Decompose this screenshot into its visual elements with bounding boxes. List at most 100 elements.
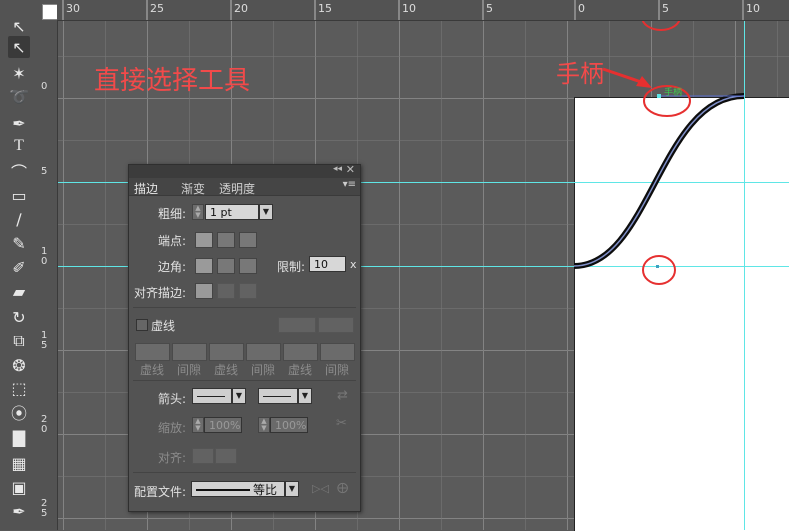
profile-label: 配置文件: xyxy=(134,485,187,499)
ruler-number: 25 xyxy=(150,2,164,15)
start-arrow-dropdown[interactable]: ▼ xyxy=(232,388,246,404)
limit-input[interactable]: 10 xyxy=(309,256,346,272)
end-arrow-select[interactable] xyxy=(258,388,298,404)
tab-stroke[interactable]: 描边 xyxy=(134,180,158,197)
align-outside-button[interactable] xyxy=(239,283,257,299)
tools-panel: ↖ ↖ ✶ ➰ ✒ T ⌒ ▭ ∕ ✎ ✐ ▰ ↻ ⧉ ❂ ⬚ ⦿ ▇ ▦ ▣ … xyxy=(0,17,38,530)
handle-label: 手柄 xyxy=(664,88,683,98)
gap-label: 间隙 xyxy=(251,363,276,377)
weight-stepper[interactable]: ▲ ▼ xyxy=(192,204,204,220)
warp-icon[interactable]: ❂ xyxy=(8,354,30,376)
butt-cap-button[interactable] xyxy=(195,232,213,248)
tab-transparency[interactable]: 透明度 xyxy=(219,180,255,197)
dash-input[interactable] xyxy=(135,343,170,361)
panel-menu-icon[interactable]: ▾≡ xyxy=(343,179,356,190)
end-scale-stepper[interactable]: ▲ ▼ xyxy=(258,417,270,433)
ruler-number: 15 xyxy=(318,2,332,15)
link-scale-icon[interactable]: ✂ xyxy=(336,416,347,431)
gap-input[interactable] xyxy=(172,343,207,361)
start-scale-input[interactable]: 100% xyxy=(204,417,242,433)
dash-input[interactable] xyxy=(209,343,244,361)
rectangle-tool-icon[interactable]: ▭ xyxy=(8,184,30,206)
align-center-button[interactable] xyxy=(195,283,213,299)
dash-label: 虚线 xyxy=(214,363,239,377)
direct-selection-tool-icon[interactable]: ↖ xyxy=(8,36,30,58)
ruler-number: 5 xyxy=(662,2,669,15)
profile-select[interactable]: 等比 xyxy=(191,481,285,497)
weight-label: 粗细: xyxy=(158,207,187,221)
eyedropper-icon[interactable]: ✒ xyxy=(8,500,30,522)
ruler-number: 0 xyxy=(578,2,585,15)
gap-label: 间隙 xyxy=(177,363,202,377)
profile-value: 等比 xyxy=(253,483,278,497)
dash-label: 虚线 xyxy=(288,363,313,377)
limit-label: 限制: xyxy=(277,260,306,274)
gap-input[interactable] xyxy=(320,343,355,361)
align-inside-button[interactable] xyxy=(217,283,235,299)
magic-wand-icon[interactable]: ✶ xyxy=(8,62,30,84)
dashed-line-label: 虚线 xyxy=(151,319,176,333)
anchor-highlight-circle xyxy=(642,255,676,285)
handle-annotation: 手柄 xyxy=(556,60,604,88)
pen-tool-icon[interactable]: ✒ xyxy=(8,112,30,134)
gradient-tool-icon[interactable]: ▣ xyxy=(8,476,30,498)
panel-titlebar[interactable]: ◂◂ ✕ xyxy=(129,163,360,178)
eraser-icon[interactable]: ▰ xyxy=(8,280,30,302)
dash-input[interactable] xyxy=(283,343,318,361)
line-tool-icon[interactable]: ⌒ xyxy=(8,160,30,182)
type-tool-icon[interactable]: T xyxy=(8,135,30,157)
dashed-line-checkbox[interactable] xyxy=(136,319,148,331)
ruler-number: 10 xyxy=(746,2,760,15)
start-scale-stepper[interactable]: ▲ ▼ xyxy=(192,417,204,433)
gap-input[interactable] xyxy=(246,343,281,361)
mesh-tool-icon[interactable]: ▦ xyxy=(8,452,30,474)
weight-input[interactable]: 1 pt xyxy=(205,204,259,220)
swap-arrows-icon[interactable]: ⇄ xyxy=(337,388,348,403)
end-scale-input[interactable]: 100% xyxy=(270,417,308,433)
horizontal-ruler[interactable]: 30 25 20 15 10 5 0 5 10 xyxy=(57,0,789,21)
flip-horizontal-icon[interactable]: ▷◁ xyxy=(312,482,329,495)
start-arrow-select[interactable] xyxy=(192,388,232,404)
arrow-extend-button[interactable] xyxy=(192,448,214,464)
weight-dropdown[interactable]: ▼ xyxy=(259,204,273,220)
vertical-ruler[interactable]: 0 5 1 0 1 5 2 0 2 5 xyxy=(38,20,58,530)
arrow-place-button[interactable] xyxy=(215,448,237,464)
shape-builder-icon[interactable]: ⦿ xyxy=(8,401,30,423)
gap-label: 间隙 xyxy=(325,363,350,377)
projecting-cap-button[interactable] xyxy=(239,232,257,248)
graph-tool-icon[interactable]: ▇ xyxy=(8,426,30,448)
scale-icon[interactable]: ⧉ xyxy=(8,330,30,352)
free-transform-icon[interactable]: ⬚ xyxy=(8,377,30,399)
blob-brush-icon[interactable]: ✐ xyxy=(8,256,30,278)
miter-join-button[interactable] xyxy=(195,258,213,274)
handle-point[interactable] xyxy=(657,94,661,98)
cap-label: 端点: xyxy=(158,234,187,248)
arrowhead-label: 箭头: xyxy=(158,392,187,406)
collapse-icon[interactable]: ◂◂ xyxy=(333,164,342,174)
dash-align-button[interactable] xyxy=(318,317,354,333)
bevel-join-button[interactable] xyxy=(239,258,257,274)
paintbrush-icon[interactable]: ∕ xyxy=(8,208,30,230)
dash-preserve-button[interactable] xyxy=(278,317,316,333)
close-icon[interactable]: ✕ xyxy=(346,163,355,176)
round-cap-button[interactable] xyxy=(217,232,235,248)
stroke-panel[interactable]: ◂◂ ✕ 描边 渐变 透明度 ▾≡ 粗细: ▲ ▼ 1 pt ▼ 端点: 边角: … xyxy=(128,163,361,512)
limit-unit: x xyxy=(350,258,357,271)
lasso-icon[interactable]: ➰ xyxy=(8,85,30,107)
ruler-number: 30 xyxy=(66,2,80,15)
end-arrow-dropdown[interactable]: ▼ xyxy=(298,388,312,404)
ruler-number: 2 0 xyxy=(41,414,48,435)
direct-select-annotation: 直接选择工具 xyxy=(94,66,251,96)
selection-tool-icon[interactable]: ↖ xyxy=(8,15,30,37)
flip-vertical-icon[interactable]: ⨁ xyxy=(337,481,348,494)
round-join-button[interactable] xyxy=(217,258,235,274)
pencil-icon[interactable]: ✎ xyxy=(8,232,30,254)
ruler-number: 2 5 xyxy=(41,498,48,519)
rotate-icon[interactable]: ↻ xyxy=(8,306,30,328)
ruler-number: 5 xyxy=(41,166,48,177)
arrow-align-label: 对齐: xyxy=(158,451,187,465)
profile-dropdown[interactable]: ▼ xyxy=(285,481,299,497)
tab-gradient[interactable]: 渐变 xyxy=(181,180,205,197)
ruler-number: 20 xyxy=(234,2,248,15)
ruler-number: 1 5 xyxy=(41,330,48,351)
